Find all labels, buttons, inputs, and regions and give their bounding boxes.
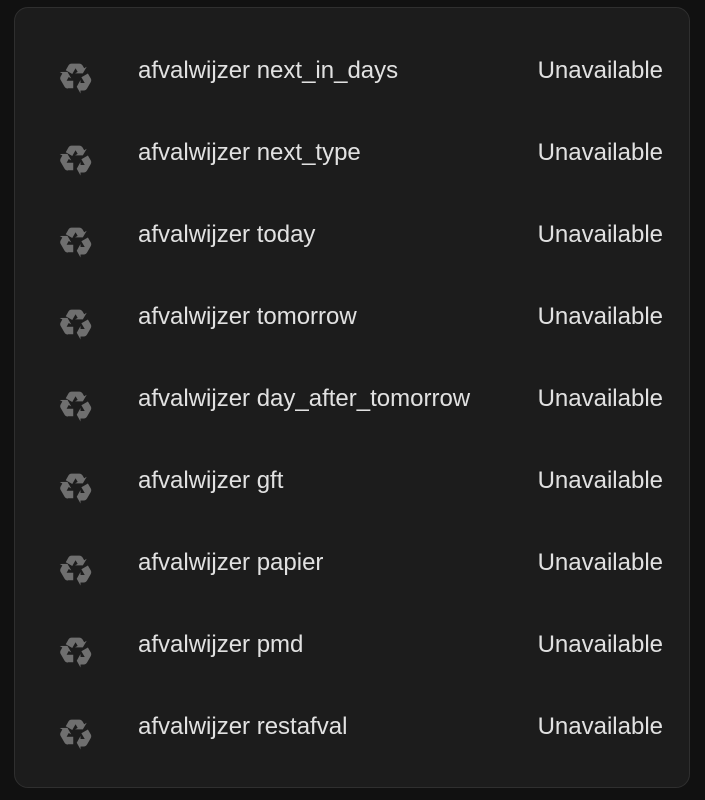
entity-name: afvalwijzer restafval xyxy=(138,713,348,740)
entity-state: Unavailable xyxy=(537,631,663,658)
entity-name: afvalwijzer papier xyxy=(138,549,324,576)
entity-row[interactable]: afvalwijzer restafval Unavailable xyxy=(15,693,689,775)
entity-row[interactable]: afvalwijzer papier Unavailable xyxy=(15,529,689,611)
entity-name: afvalwijzer day_after_tomorrow xyxy=(138,385,471,412)
entities-card: afvalwijzer next_in_days Unavailable afv… xyxy=(14,7,690,788)
entity-name: afvalwijzer tomorrow xyxy=(138,303,357,330)
entity-row[interactable]: afvalwijzer gft Unavailable xyxy=(15,447,689,529)
recycle-icon xyxy=(58,387,94,423)
entity-name: afvalwijzer pmd xyxy=(138,631,304,658)
recycle-icon xyxy=(58,223,94,259)
entity-state: Unavailable xyxy=(537,221,663,248)
entity-state: Unavailable xyxy=(537,549,663,576)
entity-state: Unavailable xyxy=(537,57,663,84)
entity-state: Unavailable xyxy=(537,139,663,166)
entity-state: Unavailable xyxy=(537,385,663,412)
entity-row[interactable]: afvalwijzer next_in_days Unavailable xyxy=(15,37,689,119)
recycle-icon xyxy=(58,59,94,95)
entity-state: Unavailable xyxy=(537,713,663,740)
recycle-icon xyxy=(58,633,94,669)
entity-row[interactable]: afvalwijzer tomorrow Unavailable xyxy=(15,283,689,365)
recycle-icon xyxy=(58,305,94,341)
entity-name: afvalwijzer next_in_days xyxy=(138,57,399,84)
recycle-icon xyxy=(58,551,94,587)
entity-row[interactable]: afvalwijzer day_after_tomorrow Unavailab… xyxy=(15,365,689,447)
recycle-icon xyxy=(58,469,94,505)
entity-name: afvalwijzer gft xyxy=(138,467,284,494)
entity-state: Unavailable xyxy=(537,303,663,330)
entity-name: afvalwijzer next_type xyxy=(138,139,361,166)
entity-name: afvalwijzer today xyxy=(138,221,316,248)
entity-row[interactable]: afvalwijzer pmd Unavailable xyxy=(15,611,689,693)
entity-row[interactable]: afvalwijzer next_type Unavailable xyxy=(15,119,689,201)
recycle-icon xyxy=(58,715,94,751)
recycle-icon xyxy=(58,141,94,177)
entity-row[interactable]: afvalwijzer today Unavailable xyxy=(15,201,689,283)
entity-state: Unavailable xyxy=(537,467,663,494)
